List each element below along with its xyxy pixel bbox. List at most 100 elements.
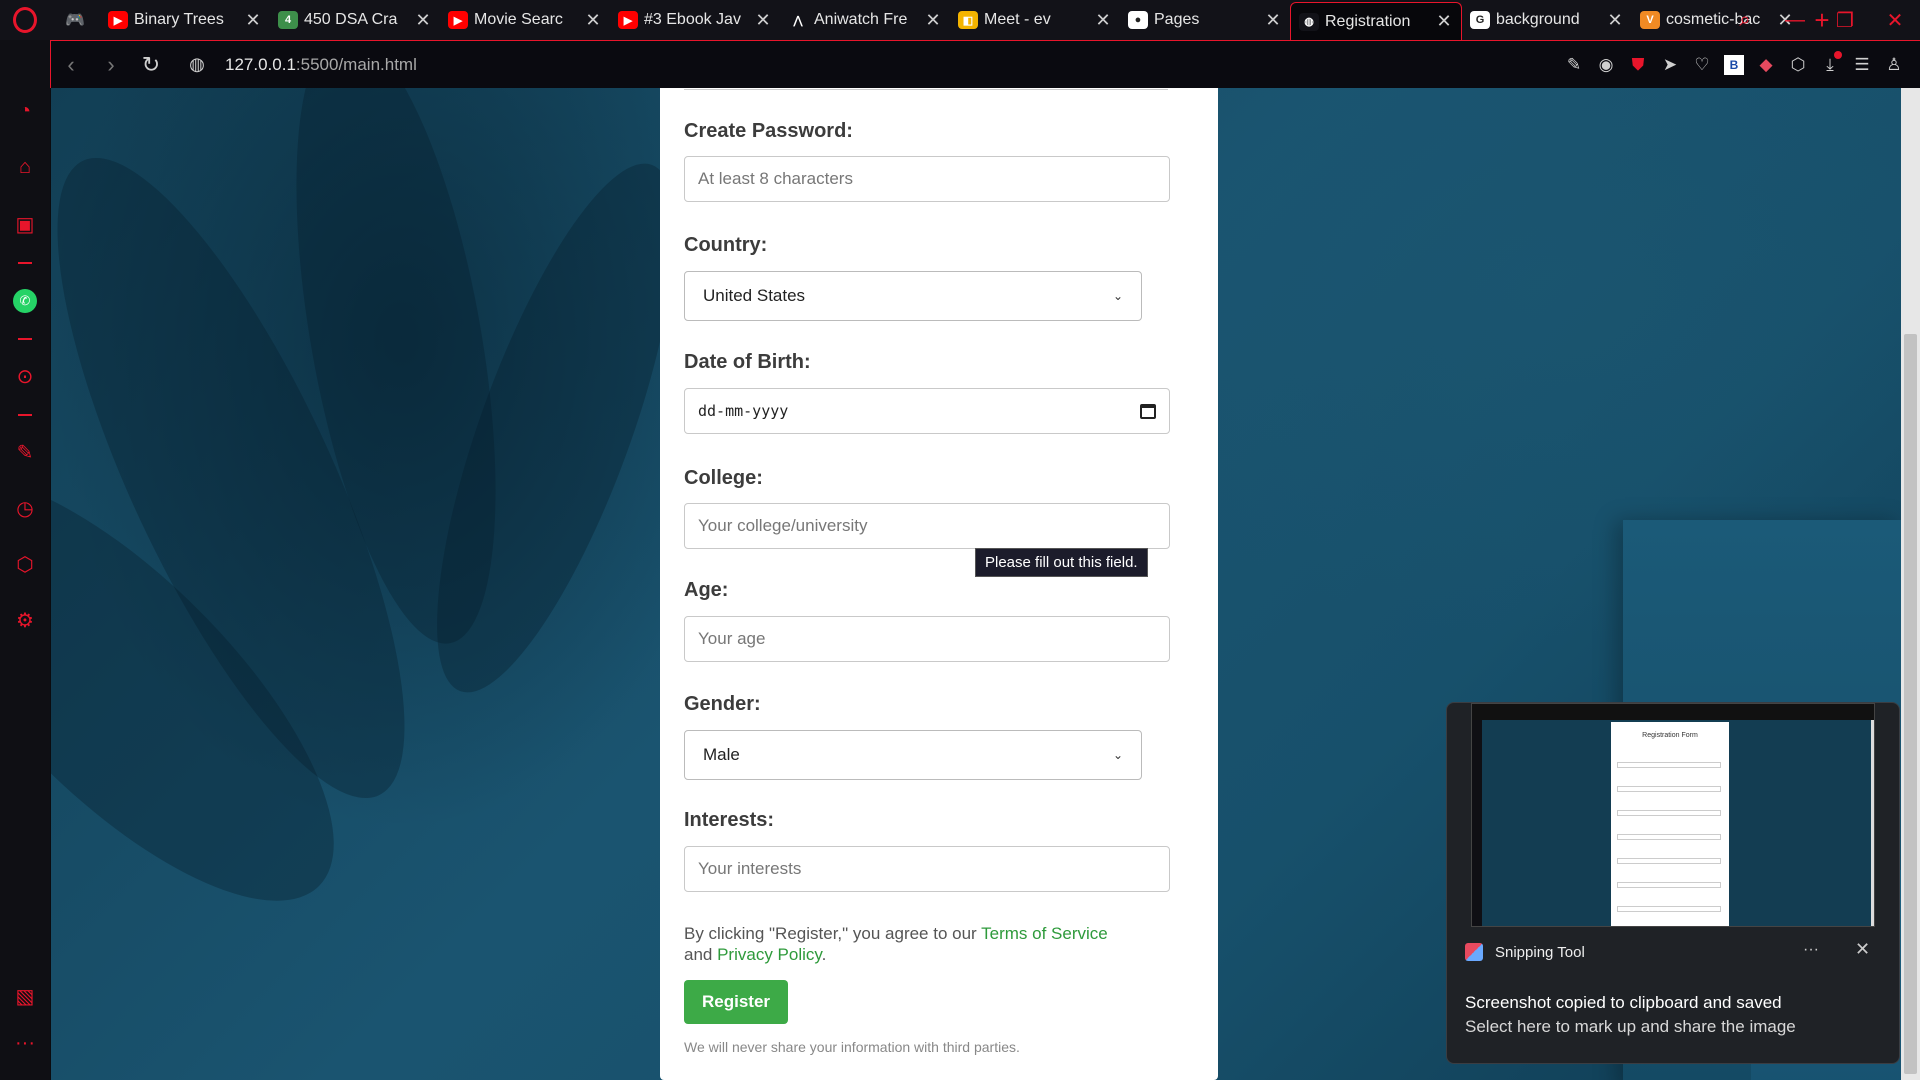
validation-tooltip: Please fill out this field.	[975, 548, 1148, 577]
window-controls: ⌕ — ❐ ✕	[1720, 0, 1920, 40]
register-button[interactable]: Register	[684, 980, 788, 1024]
browser-tab[interactable]: ▶ Binary Trees ✕	[100, 0, 270, 40]
preview-field	[1617, 906, 1721, 912]
browser-tab[interactable]: ▶ Movie Searc ✕	[440, 0, 610, 40]
tab-title: Movie Searc	[474, 11, 563, 28]
browser-tab[interactable]: 4 450 DSA Cra ✕	[270, 0, 440, 40]
speed-dial-icon[interactable]: ◔	[0, 100, 50, 123]
country-label: Country:	[684, 234, 768, 256]
settings-gear-icon[interactable]: ⚙	[0, 608, 50, 633]
send-icon[interactable]: ➤	[1654, 55, 1686, 75]
college-input[interactable]: Your college/university	[684, 503, 1170, 549]
youtube-icon: ▶	[108, 11, 128, 29]
close-tab-icon[interactable]: ✕	[924, 10, 942, 31]
opera-menu-button[interactable]	[0, 0, 50, 40]
pinboard-icon[interactable]: ✎	[0, 440, 50, 465]
heart-icon[interactable]: ♡	[1686, 55, 1718, 75]
color-extension-icon[interactable]: ◆	[1750, 55, 1782, 75]
interests-label: Interests:	[684, 809, 775, 831]
browser-tab[interactable]: ◍ Registration ✕	[1290, 2, 1462, 40]
edit-icon[interactable]: ✎	[1558, 55, 1590, 75]
close-tab-icon[interactable]: ✕	[1264, 10, 1282, 31]
scrollbar-thumb[interactable]	[1904, 334, 1917, 1074]
close-tab-icon[interactable]: ✕	[414, 10, 432, 31]
close-tab-icon[interactable]: ✕	[1435, 11, 1453, 32]
browser-tab[interactable]: ● Pages ✕	[1120, 0, 1290, 40]
reload-button[interactable]: ↻	[131, 52, 171, 78]
interests-input[interactable]: Your interests	[684, 846, 1170, 892]
close-notification-button[interactable]: ✕	[1855, 939, 1870, 960]
aniwatch-icon: ⋀	[788, 11, 808, 29]
close-tab-icon[interactable]: ✕	[1606, 10, 1624, 31]
calendar-icon[interactable]	[1140, 403, 1156, 419]
globe-icon: ◍	[1299, 12, 1319, 31]
profile-icon[interactable]: ♙	[1878, 55, 1910, 75]
tab-title: Aniwatch Fre	[814, 11, 908, 28]
download-icon[interactable]: ⤓	[1814, 51, 1846, 75]
close-tab-icon[interactable]: ✕	[584, 10, 602, 31]
close-window-button[interactable]: ✕	[1870, 8, 1920, 33]
password-placeholder: At least 8 characters	[698, 169, 853, 188]
gallery-icon[interactable]: ▧	[0, 984, 50, 1009]
back-button[interactable]: ‹	[51, 52, 91, 78]
age-placeholder: Your age	[698, 629, 766, 648]
more-options-button[interactable]: ···	[1803, 941, 1819, 959]
password-input[interactable]: At least 8 characters	[684, 156, 1170, 202]
terms-prefix: By clicking "Register," you agree to our	[684, 924, 982, 943]
shopping-bag-icon[interactable]: ⌂	[0, 156, 50, 179]
youtube-icon: ▶	[448, 11, 468, 29]
browser-tab[interactable]: ⋀ Aniwatch Fre ✕	[780, 0, 950, 40]
browser-tab[interactable]: ▶ #3 Ebook Jav ✕	[610, 0, 780, 40]
sidebar-divider	[18, 414, 32, 416]
adblock-shield-icon[interactable]: ⛊	[1622, 55, 1654, 75]
dob-label: Date of Birth:	[684, 351, 811, 373]
close-tab-icon[interactable]: ✕	[244, 10, 262, 31]
more-icon[interactable]: ···	[0, 1032, 50, 1055]
terms-of-service-link[interactable]: Terms of Service	[981, 924, 1108, 943]
gender-select[interactable]: Male ⌄	[684, 730, 1142, 780]
cube-icon[interactable]: ⬡	[1782, 55, 1814, 75]
preview-field	[1617, 762, 1721, 768]
age-input[interactable]: Your age	[684, 616, 1170, 662]
browser-tab[interactable]: ◧ Meet - ev ✕	[950, 0, 1120, 40]
extensions-cube-icon[interactable]: ⬡	[0, 552, 50, 577]
app-name: Snipping Tool	[1495, 943, 1585, 961]
settings-sliders-icon[interactable]: ☰	[1846, 55, 1878, 75]
toolbar: ✎ ◉ ⛊ ➤ ♡ B ◆ ⬡ ⤓ ☰ ♙	[1558, 41, 1910, 89]
terms-suffix: .	[821, 945, 827, 964]
notification-title: Screenshot copied to clipboard and saved	[1465, 993, 1782, 1012]
tab-title: Registration	[1325, 12, 1411, 30]
gamepad-icon[interactable]: 🎮	[50, 0, 100, 40]
restore-button[interactable]: ❐	[1820, 8, 1870, 33]
search-tabs-icon[interactable]: ⌕	[1720, 9, 1770, 32]
chevron-down-icon: ⌄	[1112, 748, 1123, 762]
whatsapp-icon[interactable]: ✆	[13, 289, 37, 313]
screenshot-preview[interactable]: Registration Form	[1471, 703, 1875, 927]
camera-icon[interactable]: ◉	[1590, 55, 1622, 75]
country-select[interactable]: United States ⌄	[684, 271, 1142, 321]
site-info-icon[interactable]: ◍	[183, 54, 211, 75]
terms-text: By clicking "Register," you agree to our…	[684, 923, 1144, 965]
vecteezy-icon: V	[1640, 11, 1660, 29]
snipping-tool-notification[interactable]: Registration Form Snipping Tool ··· ✕ Sc…	[1446, 702, 1900, 1064]
interests-placeholder: Your interests	[698, 859, 802, 878]
history-icon[interactable]: ◷	[0, 496, 50, 521]
close-tab-icon[interactable]: ✕	[754, 10, 772, 31]
player-icon[interactable]: ⊙	[0, 364, 50, 389]
extension-b-icon[interactable]: B	[1724, 55, 1744, 75]
tab-title: background	[1496, 11, 1580, 28]
close-tab-icon[interactable]: ✕	[1094, 10, 1112, 31]
url-field[interactable]: 127.0.0.1:5500/main.html	[225, 55, 417, 75]
minimize-button[interactable]: —	[1770, 9, 1820, 32]
ai-chip-icon[interactable]: ▣	[0, 212, 50, 237]
privacy-policy-link[interactable]: Privacy Policy	[717, 945, 822, 964]
page-scrollbar[interactable]	[1901, 88, 1920, 1080]
dob-input[interactable]: dd-mm-yyyy	[684, 388, 1170, 434]
preview-field	[1617, 858, 1721, 864]
registration-form-card: Create Password: At least 8 characters C…	[660, 88, 1218, 1080]
tab-list: ▶ Binary Trees ✕ 4 450 DSA Cra ✕ ▶ Movie Searc ✕…	[100, 0, 1802, 40]
country-value: United States	[703, 286, 806, 305]
forward-button[interactable]: ›	[91, 52, 131, 78]
browser-tab[interactable]: Gbackground ✕	[1462, 0, 1632, 40]
preview-field	[1617, 810, 1721, 816]
